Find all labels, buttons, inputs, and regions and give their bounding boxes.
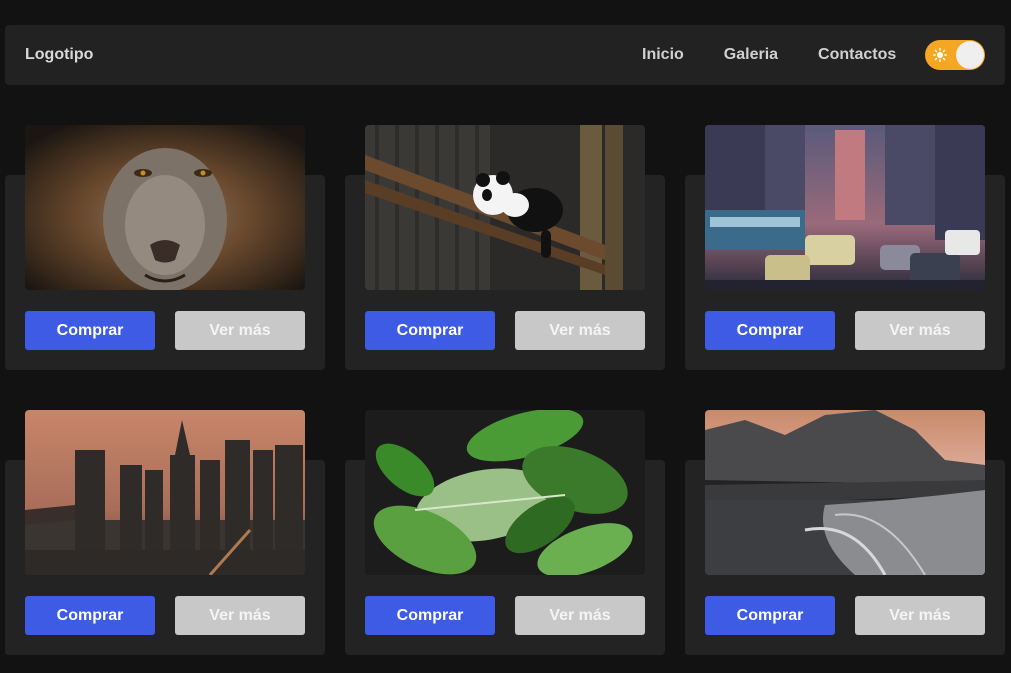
buy-button-6[interactable]: Comprar — [705, 596, 835, 635]
nav-links: Inicio Galeria Contactos — [642, 46, 936, 64]
card-5-image-leaves — [365, 410, 645, 575]
card-3-image-city-traffic — [705, 125, 985, 290]
more-button-1[interactable]: Ver más — [175, 311, 305, 350]
buy-button-1[interactable]: Comprar — [25, 311, 155, 350]
card-4-image-city-skyline — [25, 410, 305, 575]
card-6-image-mountain-beach — [705, 410, 985, 575]
card-1-image-lion — [25, 125, 305, 290]
more-button-2[interactable]: Ver más — [515, 311, 645, 350]
more-button-5[interactable]: Ver más — [515, 596, 645, 635]
more-button-3[interactable]: Ver más — [855, 311, 985, 350]
toggle-knob — [956, 41, 984, 69]
nav-link-inicio[interactable]: Inicio — [642, 46, 684, 64]
more-button-6[interactable]: Ver más — [855, 596, 985, 635]
buy-button-5[interactable]: Comprar — [365, 596, 495, 635]
theme-toggle[interactable] — [925, 40, 985, 70]
nav-link-galeria[interactable]: Galeria — [724, 46, 778, 64]
more-button-4[interactable]: Ver más — [175, 596, 305, 635]
sun-icon — [933, 48, 947, 62]
buy-button-2[interactable]: Comprar — [365, 311, 495, 350]
navbar: Logotipo Inicio Galeria Contactos — [5, 25, 1005, 85]
logo[interactable]: Logotipo — [25, 46, 93, 64]
buy-button-3[interactable]: Comprar — [705, 311, 835, 350]
nav-link-contactos[interactable]: Contactos — [818, 46, 896, 64]
card-2-image-panda — [365, 125, 645, 290]
buy-button-4[interactable]: Comprar — [25, 596, 155, 635]
